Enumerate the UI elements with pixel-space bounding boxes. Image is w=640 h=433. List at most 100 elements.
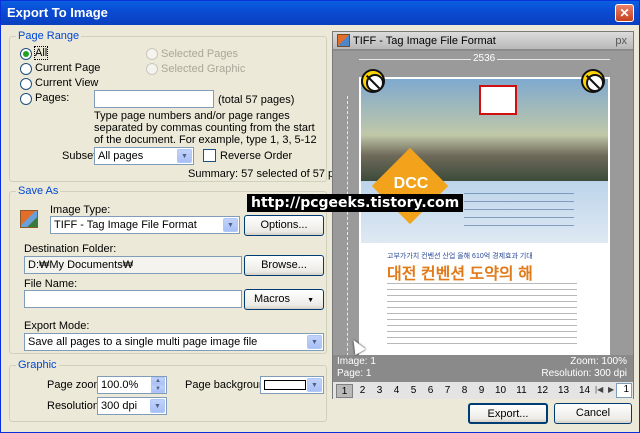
first-page-icon[interactable]: |◀ bbox=[595, 385, 603, 394]
page-tab-8[interactable]: 8 bbox=[456, 384, 473, 398]
export-to-image-dialog: Export To Image ✕ Page Range All Current… bbox=[0, 0, 640, 433]
width-label: 2536 bbox=[471, 53, 498, 64]
page-tab-5[interactable]: 5 bbox=[405, 384, 422, 398]
page-tab-9[interactable]: 9 bbox=[473, 384, 490, 398]
band-lines bbox=[464, 193, 574, 233]
browse-button[interactable]: Browse... bbox=[244, 255, 324, 276]
page-tab-6[interactable]: 6 bbox=[422, 384, 439, 398]
export-mode-label: Export Mode: bbox=[24, 320, 90, 332]
resolution-value: 300 dpi bbox=[101, 400, 138, 412]
close-button[interactable]: ✕ bbox=[615, 4, 634, 22]
file-name-label: File Name: bbox=[24, 278, 78, 290]
resolution-readout: Resolution: 300 dpi bbox=[541, 368, 627, 379]
preview-unit: px bbox=[615, 35, 627, 47]
page-zoom-spinner[interactable]: 100.0% ▲ ▼ bbox=[97, 376, 167, 394]
chevron-down-icon[interactable]: ▼ bbox=[307, 335, 322, 349]
page-tab-7[interactable]: 7 bbox=[439, 384, 456, 398]
tiff-icon bbox=[337, 34, 350, 47]
subset-dropdown[interactable]: All pages ▼ bbox=[94, 147, 194, 165]
resolution-dropdown[interactable]: 300 dpi ▼ bbox=[97, 397, 167, 415]
chevron-down-icon[interactable]: ▼ bbox=[150, 399, 165, 413]
chevron-down-icon[interactable]: ▼ bbox=[307, 378, 322, 392]
color-swatch bbox=[264, 380, 306, 390]
subset-value: All pages bbox=[98, 150, 144, 162]
pages-radio[interactable] bbox=[20, 93, 32, 105]
preview-panel: TIFF - Tag Image File Format px 2536 DCC… bbox=[332, 31, 634, 399]
window-title: Export To Image bbox=[7, 5, 108, 20]
selected-graphic-radio bbox=[146, 63, 158, 75]
resolution-label: Resolution: bbox=[47, 400, 103, 412]
page-range-group: Page Range All Current Page Current View… bbox=[9, 30, 358, 182]
selected-pages-radio bbox=[146, 48, 158, 60]
export-button[interactable]: Export... bbox=[468, 403, 548, 424]
preview-title: TIFF - Tag Image File Format bbox=[353, 35, 496, 47]
article-body bbox=[387, 283, 577, 345]
page-range-legend: Page Range bbox=[16, 30, 82, 42]
total-pages-text: (total 57 pages) bbox=[218, 94, 295, 106]
page-number: Page: 1 bbox=[337, 368, 372, 379]
destination-folder-label: Destination Folder: bbox=[24, 243, 117, 255]
options-button[interactable]: Options... bbox=[244, 215, 324, 236]
page-tab-12[interactable]: 12 bbox=[534, 384, 551, 398]
article-headline: 대전 컨벤션 도약의 해 bbox=[387, 266, 533, 283]
graphic-legend: Graphic bbox=[16, 359, 59, 371]
preview-header: TIFF - Tag Image File Format px bbox=[333, 32, 633, 50]
reverse-order-label[interactable]: Reverse Order bbox=[220, 150, 292, 162]
page-tab-2[interactable]: 2 bbox=[354, 384, 371, 398]
image-type-icon bbox=[20, 210, 38, 228]
next-page-icon[interactable]: ▶ bbox=[608, 385, 614, 394]
image-type-label: Image Type: bbox=[50, 204, 111, 216]
height-ruler bbox=[347, 96, 348, 366]
image-type-dropdown[interactable]: TIFF - Tag Image File Format ▼ bbox=[50, 216, 240, 234]
selected-pages-label: Selected Pages bbox=[161, 48, 239, 60]
preview-canvas[interactable]: 2536 DCC 고부가가치 컨벤션 산업 올해 610억 경제효과 기대 대전… bbox=[333, 51, 633, 384]
pages-label[interactable]: Pages: bbox=[35, 92, 69, 104]
page-tab-11[interactable]: 11 bbox=[513, 384, 530, 398]
pages-input[interactable] bbox=[94, 90, 214, 108]
current-view-label[interactable]: Current View bbox=[35, 77, 98, 89]
spin-up-icon[interactable]: ▲ bbox=[151, 377, 165, 385]
no-sign-icon-left bbox=[361, 69, 385, 93]
red-scribble-box bbox=[479, 85, 517, 115]
page-tab-3[interactable]: 3 bbox=[371, 384, 388, 398]
all-radio[interactable] bbox=[20, 48, 32, 60]
page-tab-10[interactable]: 10 bbox=[492, 384, 509, 398]
page-zoom-value: 100.0% bbox=[101, 379, 139, 391]
title-bar[interactable]: Export To Image ✕ bbox=[1, 1, 639, 25]
pages-hint-text: Type page numbers and/or page ranges sep… bbox=[94, 110, 317, 146]
export-mode-value: Save all pages to a single multi page im… bbox=[28, 336, 258, 348]
image-number: Image: 1 bbox=[337, 356, 376, 367]
current-page-label[interactable]: Current Page bbox=[35, 62, 100, 74]
save-as-group: Save As Image Type: TIFF - Tag Image Fil… bbox=[9, 185, 327, 354]
export-mode-dropdown[interactable]: Save all pages to a single multi page im… bbox=[24, 333, 324, 351]
preview-info-bar: Image: 1 Page: 1 Zoom: 100% Resolution: … bbox=[333, 355, 633, 381]
page-navigator: 1 2 3 4 5 6 7 8 9 10 11 12 13 14 |◀ ▶ 1 bbox=[333, 381, 633, 399]
zoom-readout: Zoom: 100% bbox=[570, 356, 627, 367]
page-tab-13[interactable]: 13 bbox=[555, 384, 572, 398]
dcc-logo-text: DCC bbox=[393, 175, 429, 192]
all-label[interactable]: All bbox=[33, 46, 49, 60]
chevron-down-icon[interactable]: ▼ bbox=[223, 218, 238, 232]
save-as-legend: Save As bbox=[16, 185, 61, 197]
current-view-radio[interactable] bbox=[20, 78, 32, 90]
page-tab-1[interactable]: 1 bbox=[336, 384, 353, 398]
watermark-text: http://pcgeeks.tistory.com bbox=[247, 194, 464, 212]
macros-label: Macros bbox=[253, 293, 291, 305]
image-type-value: TIFF - Tag Image File Format bbox=[54, 219, 197, 231]
page-thumbnail: DCC 고부가가치 컨벤션 산업 올해 610억 경제효과 기대 대전 컨벤션 … bbox=[359, 69, 610, 373]
page-tab-14[interactable]: 14 bbox=[576, 384, 593, 398]
page-number-input[interactable]: 1 bbox=[616, 383, 632, 398]
page-tab-4[interactable]: 4 bbox=[388, 384, 405, 398]
spin-down-icon[interactable]: ▼ bbox=[151, 385, 165, 393]
reverse-order-checkbox[interactable] bbox=[203, 149, 216, 162]
page-background-picker[interactable]: ▼ bbox=[260, 376, 324, 394]
file-name-input[interactable] bbox=[24, 290, 242, 308]
chevron-down-icon[interactable]: ▼ bbox=[177, 149, 192, 163]
current-page-radio[interactable] bbox=[20, 63, 32, 75]
dropdown-arrow-icon: ▼ bbox=[307, 297, 315, 304]
destination-folder-field[interactable]: D:₩My Documents₩ bbox=[24, 256, 242, 274]
macros-button[interactable]: Macros ▼ bbox=[244, 289, 324, 310]
no-sign-icon-right bbox=[581, 69, 605, 93]
cancel-button[interactable]: Cancel bbox=[554, 403, 632, 424]
selected-graphic-label: Selected Graphic bbox=[161, 63, 246, 75]
